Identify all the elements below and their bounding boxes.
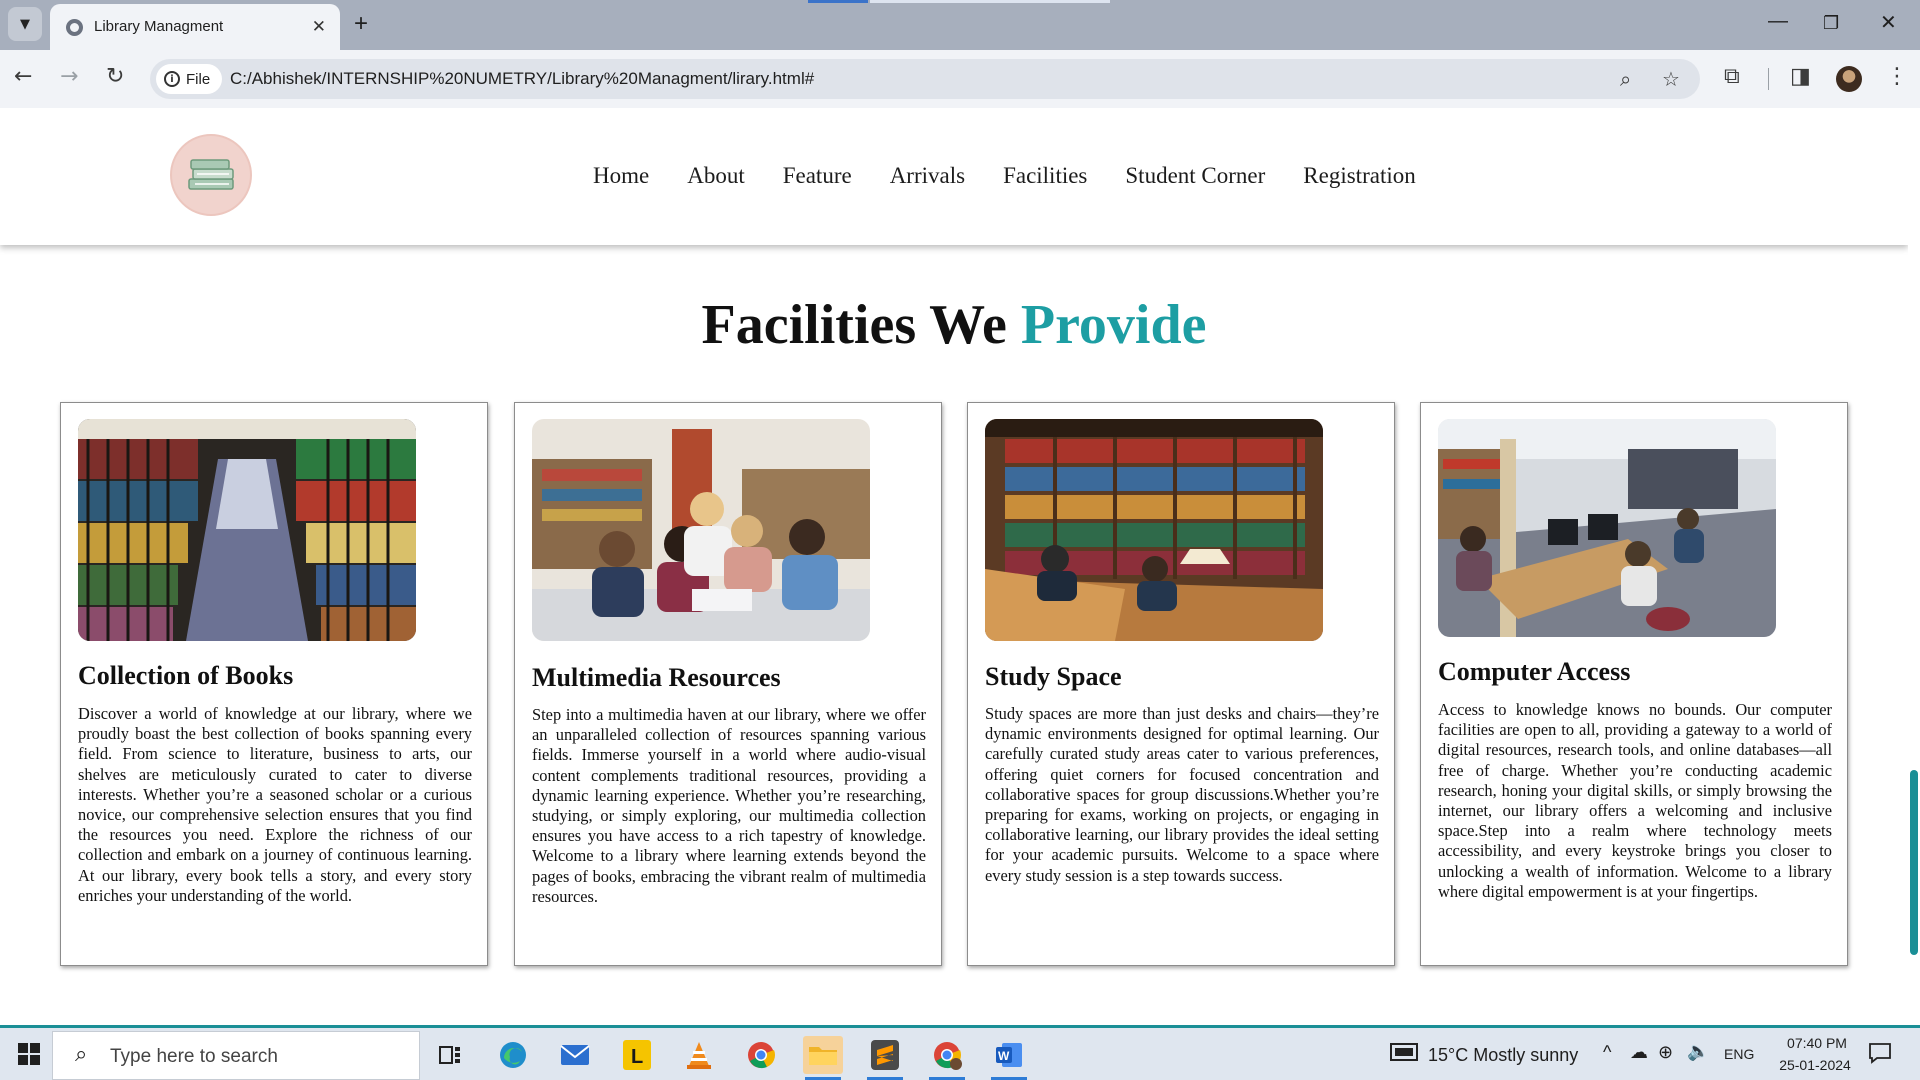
app-l-icon[interactable]: L	[617, 1036, 657, 1074]
card-description: Study spaces are more than just desks an…	[985, 704, 1379, 885]
close-window-button[interactable]: ✕	[1880, 10, 1897, 35]
nav-link-registration[interactable]: Registration	[1303, 163, 1415, 189]
battery-saver-icon[interactable]	[1390, 1042, 1420, 1067]
profile-avatar[interactable]	[1836, 66, 1862, 92]
back-arrow-icon[interactable]: ←	[14, 64, 32, 89]
toolbar-divider	[1768, 68, 1769, 90]
nav-link-student-corner[interactable]: Student Corner	[1125, 163, 1265, 189]
notification-center-icon[interactable]	[1868, 1042, 1892, 1069]
onedrive-icon[interactable]: ☁	[1630, 1042, 1648, 1063]
svg-text:W: W	[998, 1049, 1010, 1063]
facility-card-books: Collection of Books Discover a world of …	[60, 402, 488, 966]
card-title: Multimedia Resources	[532, 663, 781, 692]
chrome-profile-icon[interactable]	[927, 1036, 967, 1080]
nav-link-feature[interactable]: Feature	[783, 163, 852, 189]
file-explorer-icon[interactable]	[803, 1036, 843, 1080]
close-tab-icon[interactable]: ✕	[312, 17, 326, 37]
zoom-icon[interactable]: ⌕	[1620, 67, 1631, 91]
speaker-icon[interactable]: 🔈	[1687, 1041, 1709, 1062]
nav-link-home[interactable]: Home	[593, 163, 649, 189]
chevron-up-icon[interactable]: ^	[1603, 1042, 1611, 1063]
page-scrollbar-thumb[interactable]	[1910, 770, 1918, 955]
loading-indicator	[808, 0, 868, 3]
students-collaborating-image	[532, 419, 870, 641]
url-text[interactable]: C:/Abhishek/INTERNSHIP%20NUMETRY/Library…	[230, 69, 814, 89]
section-title: Facilities We Provide	[0, 293, 1908, 357]
bookmark-star-icon[interactable]: ☆	[1662, 67, 1680, 91]
edge-browser-icon[interactable]	[493, 1036, 533, 1074]
globe-icon	[66, 19, 83, 36]
reading-room-image	[985, 419, 1323, 641]
nav-link-arrivals[interactable]: Arrivals	[890, 163, 965, 189]
facility-card-computer-access: Computer Access Access to knowledge know…	[1420, 402, 1848, 966]
vlc-icon[interactable]	[679, 1036, 719, 1074]
file-label: File	[186, 70, 211, 88]
facility-card-study-space: Study Space Study spaces are more than j…	[967, 402, 1395, 966]
card-description: Access to knowledge knows no bounds. Our…	[1438, 700, 1832, 901]
windows-logo-icon	[18, 1043, 40, 1065]
language-indicator[interactable]: ENG	[1724, 1046, 1754, 1062]
reload-icon[interactable]: ↻	[106, 64, 124, 89]
main-nav: Home About Feature Arrivals Facilities S…	[593, 163, 1416, 189]
search-placeholder: Type here to search	[110, 1046, 278, 1067]
word-icon[interactable]: W	[989, 1036, 1029, 1080]
clock-date[interactable]: 25-01-2024	[1770, 1057, 1860, 1073]
nav-link-about[interactable]: About	[687, 163, 745, 189]
taskbar-search-box[interactable]: ⌕ Type here to search	[52, 1031, 420, 1080]
page-viewport: Home About Feature Arrivals Facilities S…	[0, 108, 1908, 1025]
computer-lab-image	[1438, 419, 1776, 637]
card-title: Study Space	[985, 662, 1122, 691]
section-title-main: Facilities We	[701, 294, 1007, 356]
card-title: Collection of Books	[78, 661, 294, 690]
network-globe-icon[interactable]: ⊕	[1658, 1042, 1673, 1063]
nav-link-facilities[interactable]: Facilities	[1003, 163, 1087, 189]
windows-start-button[interactable]	[18, 1043, 40, 1070]
minimize-button[interactable]: —	[1768, 10, 1788, 33]
chrome-icon[interactable]	[741, 1036, 781, 1074]
info-icon: i	[164, 71, 180, 87]
browser-tab-bar: ▼ Library Managment ✕ + — ❐ ✕	[0, 0, 1920, 50]
site-header: Home About Feature Arrivals Facilities S…	[0, 108, 1908, 245]
browser-toolbar: ← → ↻ i File C:/Abhishek/INTERNSHIP%20NU…	[0, 50, 1920, 108]
chevron-down-icon: ▼	[20, 16, 30, 32]
bookshelf-aisle-image	[78, 419, 416, 641]
loading-indicator-track	[870, 0, 1110, 3]
address-bar[interactable]: i File C:/Abhishek/INTERNSHIP%20NUMETRY/…	[150, 59, 1700, 99]
windows-taskbar: ⌕ Type here to search L W 15°C Mostly su…	[0, 1025, 1920, 1080]
card-title: Computer Access	[1438, 657, 1631, 686]
mail-icon[interactable]	[555, 1036, 595, 1074]
side-panel-icon[interactable]: ◨	[1790, 64, 1811, 89]
search-icon: ⌕	[75, 1042, 88, 1067]
browser-tab[interactable]: Library Managment ✕	[50, 4, 340, 50]
restore-button[interactable]: ❐	[1823, 13, 1839, 34]
library-logo[interactable]	[170, 134, 252, 216]
books-stack-icon	[188, 159, 234, 190]
weather-text[interactable]: 15°C Mostly sunny	[1428, 1045, 1578, 1066]
facility-card-multimedia: Multimedia Resources Step into a multime…	[514, 402, 942, 966]
svg-text:L: L	[631, 1046, 643, 1068]
menu-kebab-icon[interactable]: ⋮	[1886, 64, 1908, 89]
card-description: Step into a multimedia haven at our libr…	[532, 705, 926, 906]
site-info-chip[interactable]: i File	[156, 64, 222, 94]
task-view-icon[interactable]	[430, 1036, 470, 1074]
section-title-accent: Provide	[1020, 294, 1207, 356]
extensions-icon[interactable]: ⧉	[1724, 64, 1740, 89]
tab-title: Library Managment	[94, 18, 224, 35]
new-tab-button[interactable]: +	[354, 10, 368, 38]
sublime-text-icon[interactable]	[865, 1036, 905, 1080]
tab-search-button[interactable]: ▼	[8, 7, 42, 41]
forward-arrow-icon[interactable]: →	[60, 64, 78, 89]
card-description: Discover a world of knowledge at our lib…	[78, 704, 472, 905]
clock-time[interactable]: 07:40 PM	[1778, 1035, 1856, 1051]
